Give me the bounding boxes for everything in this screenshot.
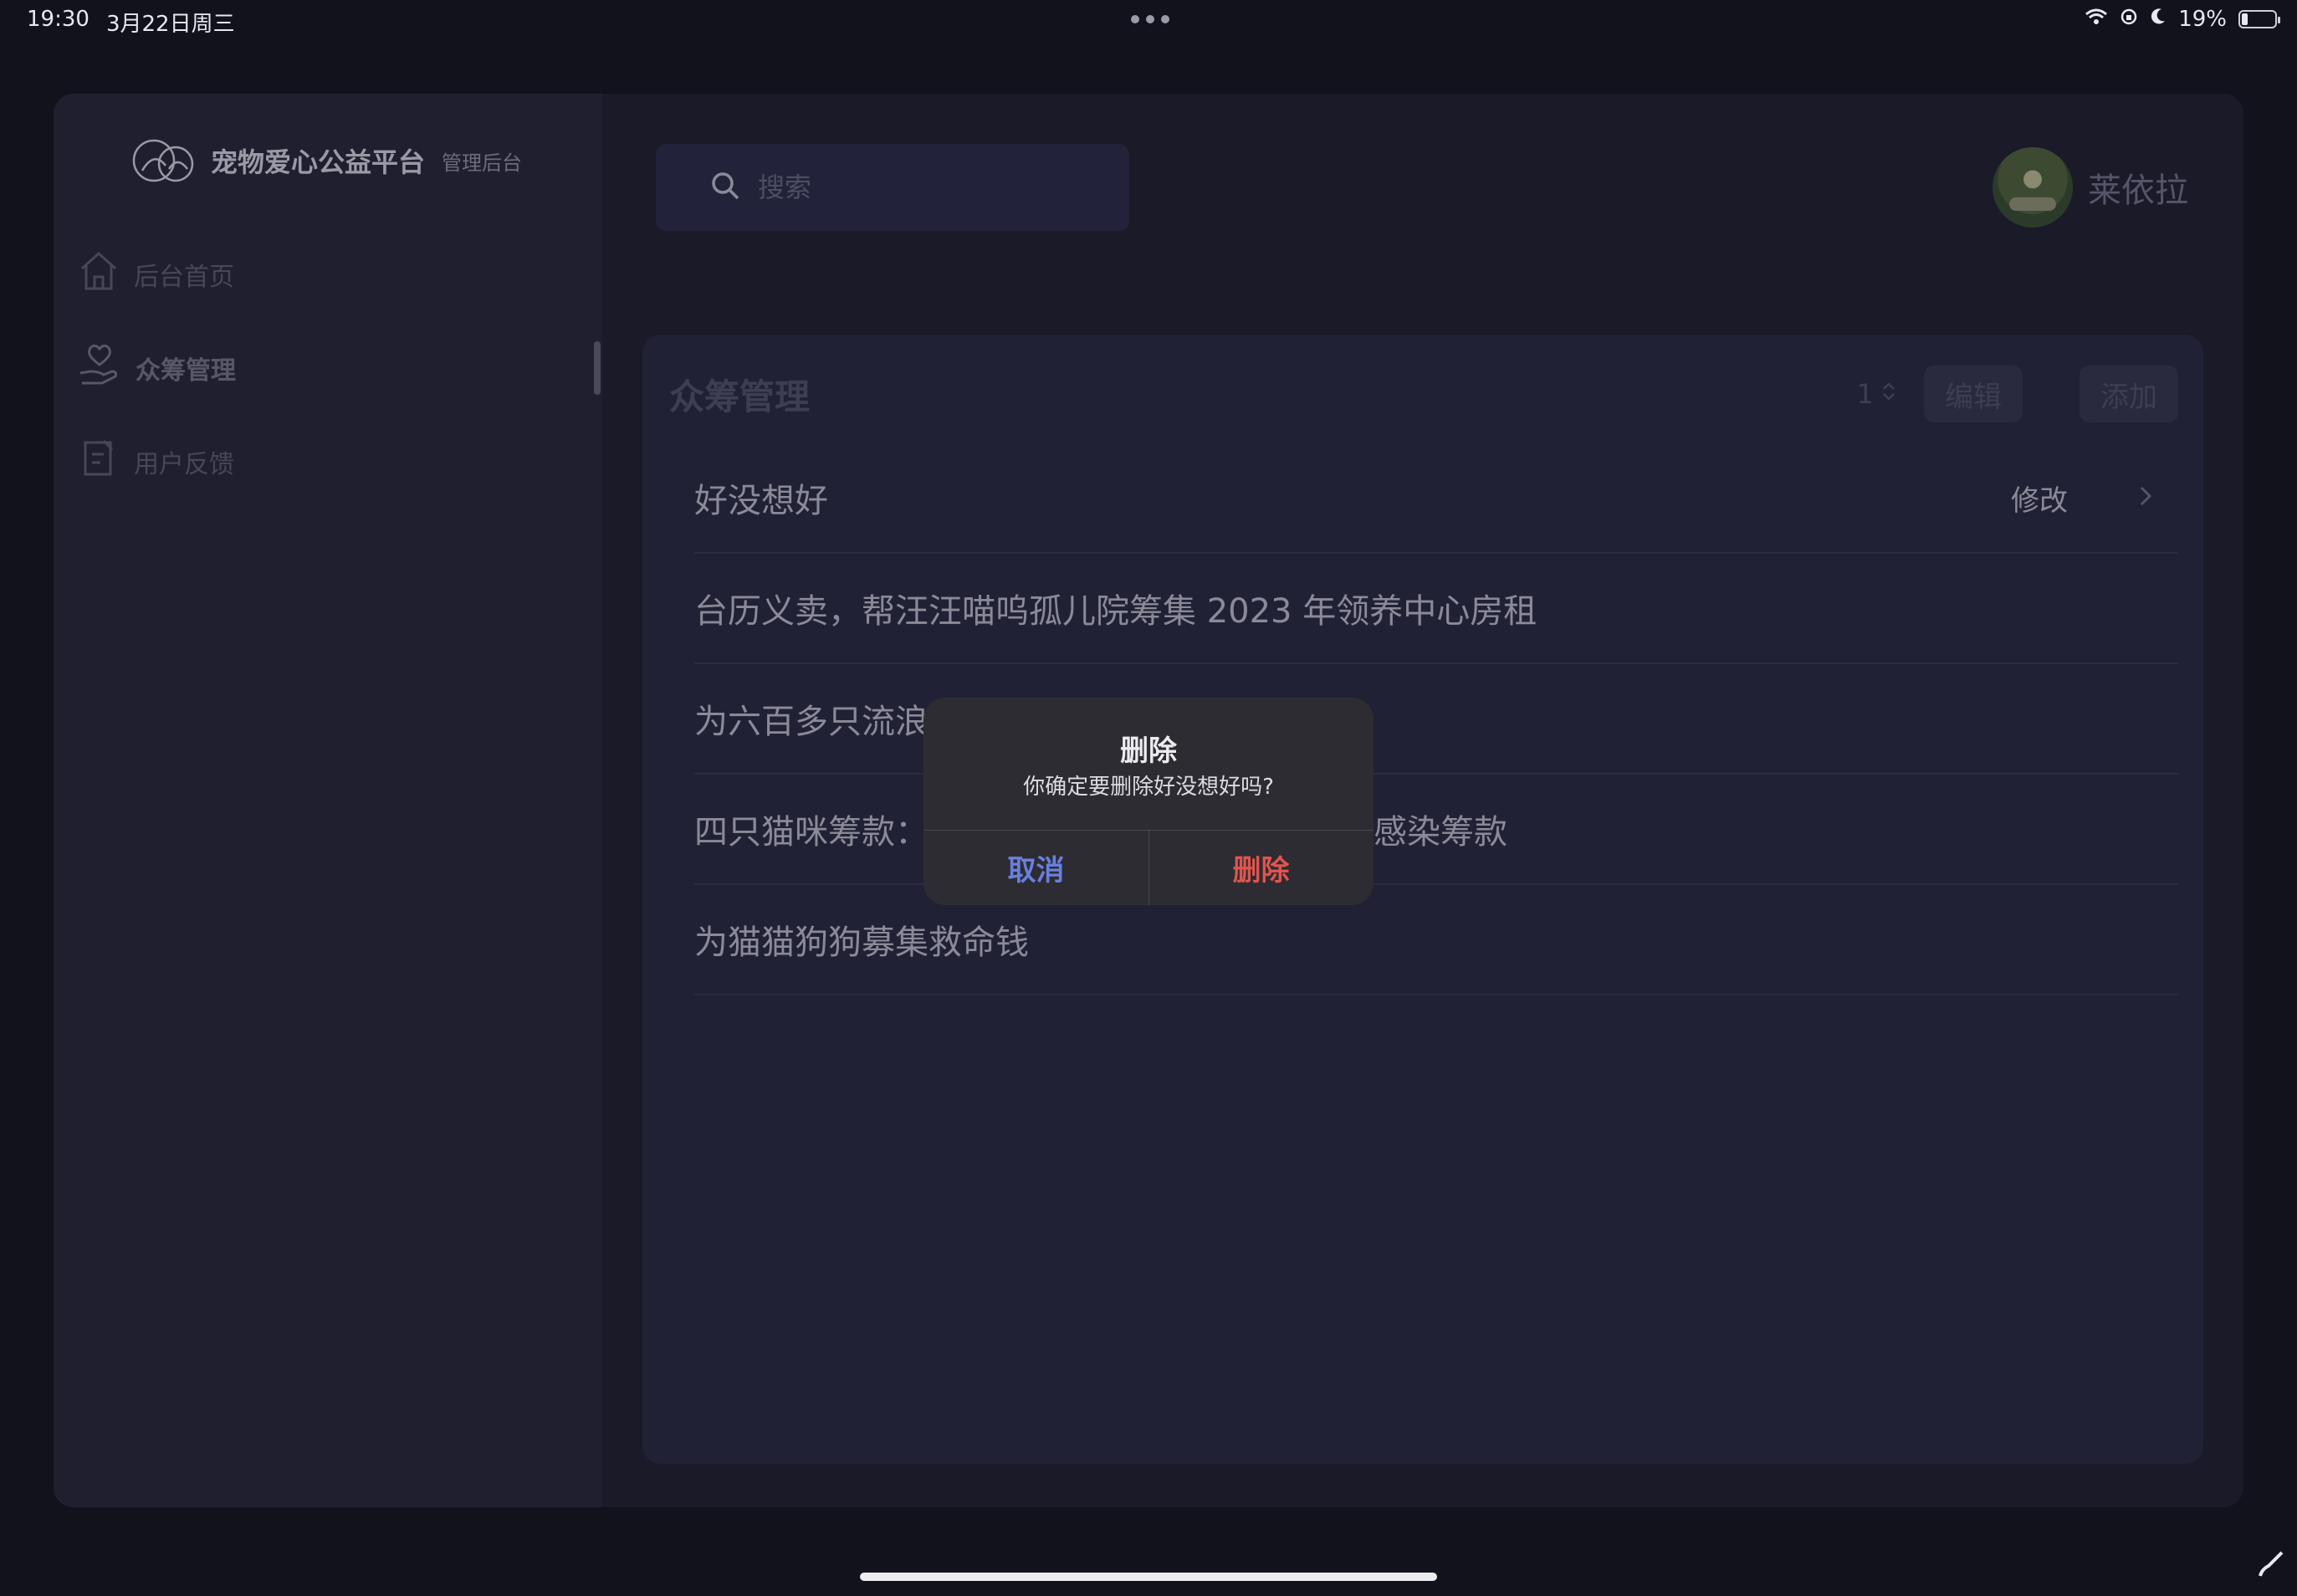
- search-input[interactable]: [756, 171, 1077, 204]
- main-content: 莱依拉 众筹管理 1 编辑 添加 好没想好 修改: [602, 94, 2243, 1507]
- sidebar-item-label: 后台首页: [134, 263, 234, 292]
- search-bar[interactable]: [656, 144, 1129, 231]
- rotation-lock-icon: [2120, 7, 2138, 32]
- dialog-title: 删除: [1120, 734, 1177, 768]
- pencil-corner-icon[interactable]: [2257, 1549, 2287, 1588]
- list-item-title: 四只猫咪筹款：: [694, 813, 929, 852]
- battery-percent: 19%: [2178, 7, 2227, 32]
- home-icon: [79, 250, 119, 299]
- brand-subtitle: 管理后台: [442, 151, 523, 175]
- status-bar: 19:30 3月22日周三 19%: [0, 0, 2297, 38]
- sidebar-item-home[interactable]: 后台首页: [79, 249, 234, 299]
- status-time: 19:30: [27, 7, 90, 32]
- multitasking-dots[interactable]: [1131, 15, 1169, 23]
- home-indicator[interactable]: [860, 1573, 1437, 1581]
- moon-icon: [2150, 7, 2167, 32]
- avatar[interactable]: [1993, 147, 2073, 228]
- list-item-title: 好没想好: [694, 482, 828, 520]
- feedback-icon: [79, 437, 119, 486]
- page-number: 1: [1856, 378, 1874, 410]
- list-item[interactable]: 四只猫咪筹款： 感染筹款: [694, 775, 2178, 885]
- search-icon: [709, 170, 741, 205]
- user-profile[interactable]: 莱依拉: [1993, 147, 2188, 228]
- sidebar-item-label: 众筹管理: [136, 356, 236, 386]
- sidebar-item-crowdfunding[interactable]: 众筹管理: [79, 343, 236, 393]
- list-item[interactable]: 台历义卖，帮汪汪喵呜孤儿院筹集 2023 年领养中心房租: [694, 554, 2178, 664]
- list-item-title-tail: 感染筹款: [1374, 813, 1507, 852]
- page-title: 众筹管理: [669, 376, 811, 417]
- brand: 宠物爱心公益平台 管理后台: [132, 136, 522, 186]
- page-selector[interactable]: 1: [1857, 378, 1897, 410]
- dialog-message: 你确定要删除好没想好吗?: [1023, 775, 1274, 800]
- battery-icon: [2238, 10, 2280, 28]
- add-button[interactable]: 添加: [2080, 366, 2178, 422]
- card-header: 众筹管理 1 编辑 添加: [669, 365, 2178, 423]
- sidebar-scrollbar[interactable]: [594, 341, 601, 395]
- list-item-title: 台历义卖，帮汪汪喵呜孤儿院筹集 2023 年领养中心房租: [694, 592, 1537, 631]
- user-name: 莱依拉: [2088, 171, 2188, 210]
- pet-logo-icon: [132, 136, 199, 186]
- brand-name: 宠物爱心公益平台: [211, 146, 426, 178]
- wifi-icon: [2085, 7, 2108, 32]
- chevron-up-down-icon: [1880, 378, 1897, 410]
- list-item[interactable]: 为六百多只流浪: [694, 664, 2178, 775]
- delete-button[interactable]: 删除: [1148, 830, 1374, 905]
- edit-button[interactable]: 编辑: [1924, 366, 2023, 422]
- sidebar: 宠物爱心公益平台 管理后台 后台首页 众筹管理 用户反馈: [54, 94, 602, 1507]
- chevron-right-icon: [2138, 478, 2153, 517]
- crowdfunding-list: 好没想好 修改 台历义卖，帮汪汪喵呜孤儿院筹集 2023 年领养中心房租 为六百…: [694, 443, 2178, 995]
- modify-button[interactable]: 修改: [2011, 478, 2068, 519]
- list-item[interactable]: 为猫猫狗狗募集救命钱: [694, 885, 2178, 995]
- list-item-title: 为猫猫狗狗募集救命钱: [694, 923, 1029, 962]
- list-item-title: 为六百多只流浪: [694, 703, 929, 741]
- list-item[interactable]: 好没想好 修改: [694, 443, 2178, 554]
- sidebar-item-feedback[interactable]: 用户反馈: [79, 437, 234, 487]
- heart-hand-icon: [79, 343, 120, 393]
- crowdfunding-card: 众筹管理 1 编辑 添加 好没想好 修改 台历义卖，帮汪汪喵呜孤儿院筹集 202…: [642, 335, 2203, 1464]
- delete-confirm-dialog: 删除 你确定要删除好没想好吗? 取消 删除: [923, 698, 1374, 905]
- sidebar-item-label: 用户反馈: [134, 450, 234, 479]
- cancel-button[interactable]: 取消: [923, 830, 1148, 905]
- status-date: 3月22日周三: [105, 12, 235, 37]
